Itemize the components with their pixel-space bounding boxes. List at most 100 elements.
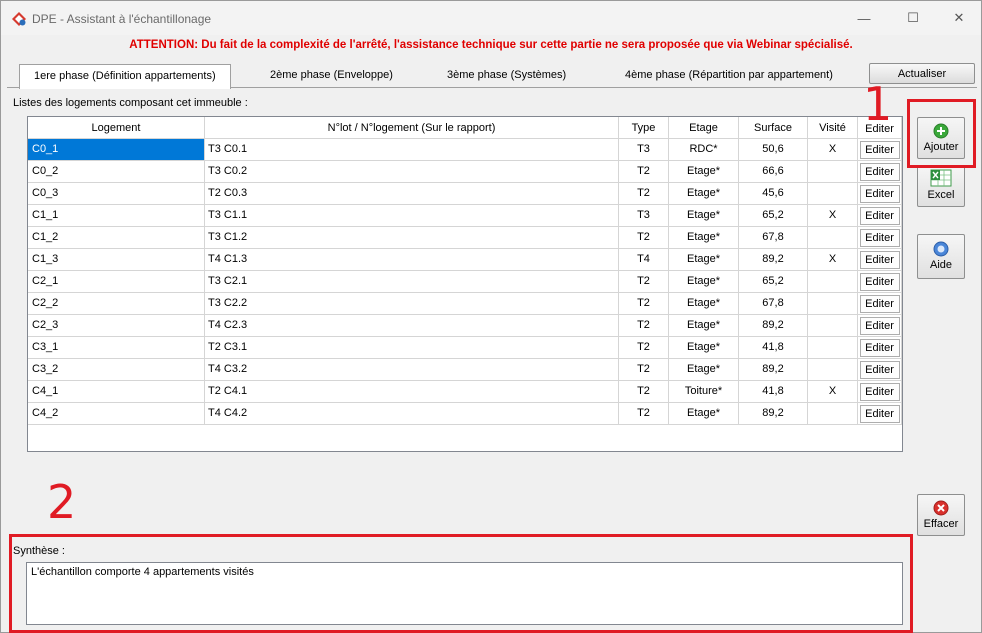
cell-surface[interactable]: 65,2 xyxy=(739,271,808,293)
cell-type[interactable]: T2 xyxy=(619,381,669,403)
cell-etage[interactable]: Etage* xyxy=(669,205,739,227)
table-row[interactable]: C2_2 T3 C2.2 T2 Etage* 67,8 Editer xyxy=(28,293,902,315)
cell-lot[interactable]: T2 C3.1 xyxy=(205,337,619,359)
edit-row-button[interactable]: Editer xyxy=(859,141,900,159)
cell-visite[interactable]: X xyxy=(808,139,858,161)
column-header-surface[interactable]: Surface xyxy=(739,117,808,139)
cell-lot[interactable]: T3 C1.2 xyxy=(205,227,619,249)
edit-row-button[interactable]: Editer xyxy=(859,251,900,269)
excel-export-button[interactable]: Excel xyxy=(917,165,965,207)
cell-surface[interactable]: 89,2 xyxy=(739,359,808,381)
cell-type[interactable]: T2 xyxy=(619,183,669,205)
cell-lot[interactable]: T3 C1.1 xyxy=(205,205,619,227)
table-row[interactable]: C1_2 T3 C1.2 T2 Etage* 67,8 Editer xyxy=(28,227,902,249)
cell-logement[interactable]: C3_2 xyxy=(28,359,205,381)
cell-surface[interactable]: 41,8 xyxy=(739,337,808,359)
cell-logement[interactable]: C1_2 xyxy=(28,227,205,249)
cell-surface[interactable]: 67,8 xyxy=(739,227,808,249)
tab-phase-4[interactable]: 4ème phase (Répartition par appartement) xyxy=(625,64,833,88)
cell-visite[interactable] xyxy=(808,271,858,293)
table-row[interactable]: C1_3 T4 C1.3 T4 Etage* 89,2 X Editer xyxy=(28,249,902,271)
cell-type[interactable]: T2 xyxy=(619,337,669,359)
edit-row-button[interactable]: Editer xyxy=(859,383,900,401)
cell-visite[interactable] xyxy=(808,293,858,315)
cell-type[interactable]: T3 xyxy=(619,205,669,227)
cell-logement[interactable]: C3_1 xyxy=(28,337,205,359)
cell-type[interactable]: T2 xyxy=(619,403,669,425)
cell-surface[interactable]: 50,6 xyxy=(739,139,808,161)
cell-surface[interactable]: 66,6 xyxy=(739,161,808,183)
cell-type[interactable]: T2 xyxy=(619,293,669,315)
cell-lot[interactable]: T4 C1.3 xyxy=(205,249,619,271)
column-header-etage[interactable]: Etage xyxy=(669,117,739,139)
cell-logement[interactable]: C2_2 xyxy=(28,293,205,315)
cell-visite[interactable] xyxy=(808,227,858,249)
edit-row-button[interactable]: Editer xyxy=(859,273,900,291)
table-row[interactable]: C4_1 T2 C4.1 T2 Toiture* 41,8 X Editer xyxy=(28,381,902,403)
cell-etage[interactable]: Etage* xyxy=(669,293,739,315)
cell-type[interactable]: T2 xyxy=(619,161,669,183)
cell-surface[interactable]: 89,2 xyxy=(739,249,808,271)
table-row[interactable]: C3_1 T2 C3.1 T2 Etage* 41,8 Editer xyxy=(28,337,902,359)
edit-row-button[interactable]: Editer xyxy=(859,405,900,423)
edit-row-button[interactable]: Editer xyxy=(859,361,900,379)
cell-logement[interactable]: C0_2 xyxy=(28,161,205,183)
cell-visite[interactable] xyxy=(808,359,858,381)
cell-logement[interactable]: C2_1 xyxy=(28,271,205,293)
cell-visite[interactable]: X xyxy=(808,381,858,403)
clear-button[interactable]: Effacer xyxy=(917,494,965,536)
cell-lot[interactable]: T3 C0.2 xyxy=(205,161,619,183)
cell-visite[interactable] xyxy=(808,161,858,183)
cell-etage[interactable]: Etage* xyxy=(669,359,739,381)
cell-etage[interactable]: Etage* xyxy=(669,161,739,183)
cell-etage[interactable]: Etage* xyxy=(669,315,739,337)
cell-type[interactable]: T4 xyxy=(619,249,669,271)
cell-logement[interactable]: C0_3 xyxy=(28,183,205,205)
cell-surface[interactable]: 89,2 xyxy=(739,315,808,337)
tab-phase-1[interactable]: 1ere phase (Définition appartements) xyxy=(19,64,231,89)
cell-lot[interactable]: T4 C3.2 xyxy=(205,359,619,381)
column-header-visite[interactable]: Visité xyxy=(808,117,858,139)
edit-row-button[interactable]: Editer xyxy=(859,295,900,313)
edit-row-button[interactable]: Editer xyxy=(859,317,900,335)
cell-lot[interactable]: T3 C2.2 xyxy=(205,293,619,315)
column-header-lot[interactable]: N°lot / N°logement (Sur le rapport) xyxy=(205,117,619,139)
cell-logement[interactable]: C0_1 xyxy=(28,139,205,161)
cell-surface[interactable]: 41,8 xyxy=(739,381,808,403)
cell-logement[interactable]: C4_1 xyxy=(28,381,205,403)
edit-row-button[interactable]: Editer xyxy=(859,207,900,225)
cell-visite[interactable] xyxy=(808,183,858,205)
cell-surface[interactable]: 89,2 xyxy=(739,403,808,425)
close-button[interactable]: ✕ xyxy=(936,1,982,35)
cell-etage[interactable]: Etage* xyxy=(669,249,739,271)
cell-etage[interactable]: Etage* xyxy=(669,183,739,205)
cell-logement[interactable]: C2_3 xyxy=(28,315,205,337)
cell-type[interactable]: T2 xyxy=(619,271,669,293)
cell-lot[interactable]: T2 C0.3 xyxy=(205,183,619,205)
table-row[interactable]: C2_1 T3 C2.1 T2 Etage* 65,2 Editer xyxy=(28,271,902,293)
cell-surface[interactable]: 45,6 xyxy=(739,183,808,205)
cell-lot[interactable]: T4 C2.3 xyxy=(205,315,619,337)
edit-row-button[interactable]: Editer xyxy=(859,185,900,203)
cell-type[interactable]: T2 xyxy=(619,315,669,337)
table-row[interactable]: C2_3 T4 C2.3 T2 Etage* 89,2 Editer xyxy=(28,315,902,337)
cell-visite[interactable]: X xyxy=(808,205,858,227)
cell-surface[interactable]: 67,8 xyxy=(739,293,808,315)
edit-row-button[interactable]: Editer xyxy=(859,163,900,181)
cell-lot[interactable]: T2 C4.1 xyxy=(205,381,619,403)
table-row[interactable]: C1_1 T3 C1.1 T3 Etage* 65,2 X Editer xyxy=(28,205,902,227)
cell-etage[interactable]: Etage* xyxy=(669,403,739,425)
table-row[interactable]: C0_2 T3 C0.2 T2 Etage* 66,6 Editer xyxy=(28,161,902,183)
edit-row-button[interactable]: Editer xyxy=(859,339,900,357)
minimize-button[interactable]: — xyxy=(841,1,887,35)
cell-lot[interactable]: T3 C0.1 xyxy=(205,139,619,161)
cell-logement[interactable]: C1_1 xyxy=(28,205,205,227)
cell-lot[interactable]: T4 C4.2 xyxy=(205,403,619,425)
cell-visite[interactable] xyxy=(808,403,858,425)
column-header-logement[interactable]: Logement xyxy=(28,117,205,139)
tab-phase-2[interactable]: 2ème phase (Enveloppe) xyxy=(270,64,393,88)
cell-surface[interactable]: 65,2 xyxy=(739,205,808,227)
cell-visite[interactable] xyxy=(808,337,858,359)
maximize-button[interactable]: ☐ xyxy=(890,1,936,35)
help-button[interactable]: Aide xyxy=(917,234,965,279)
